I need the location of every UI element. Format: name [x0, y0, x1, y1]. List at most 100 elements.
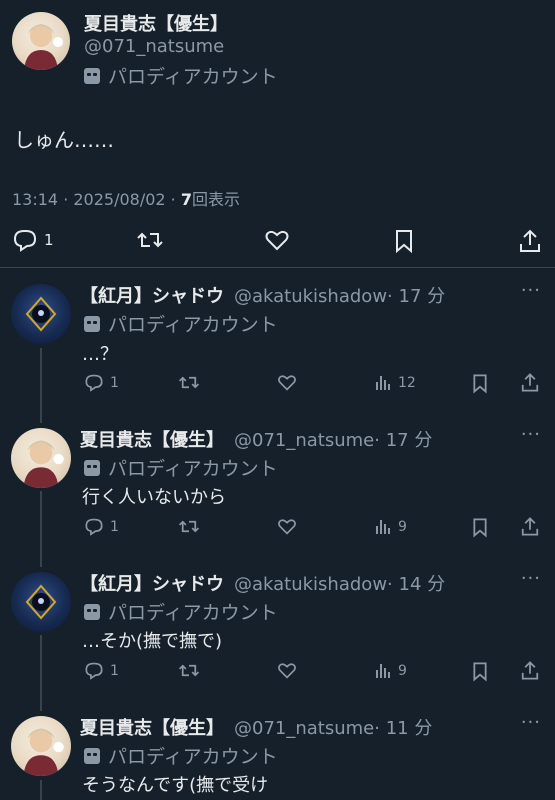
like-button[interactable]: [277, 661, 297, 680]
like-button[interactable]: [277, 373, 297, 392]
parody-badge: パロディアカウント: [84, 62, 278, 89]
reply-text: …？: [82, 344, 118, 365]
author-name[interactable]: 夏目貴志【優生】: [80, 714, 224, 740]
bookmark-icon: [473, 374, 487, 394]
reply-text: 行く人いないから: [82, 487, 226, 508]
reply-text: そうなんです(撫で受け: [82, 775, 269, 796]
views-icon: [376, 520, 390, 534]
parody-label: パロディアカウント: [108, 314, 278, 336]
more-icon[interactable]: ···: [521, 424, 541, 445]
parody-label: パロディアカウント: [108, 602, 278, 624]
author-handle[interactable]: @071_natsume: [84, 36, 224, 57]
like-button[interactable]: [264, 228, 290, 252]
author-handle[interactable]: @071_natsume· 11 分: [234, 714, 432, 740]
avatar[interactable]: [11, 284, 71, 344]
share-button[interactable]: [520, 372, 540, 393]
author-name[interactable]: 【紅月】シャドウ: [80, 570, 224, 596]
share-icon: [521, 517, 539, 536]
reply-header: 夏目貴志【優生】 @071_natsume· 11 分: [80, 714, 432, 740]
parody-mask-icon: [84, 747, 100, 764]
view-count: 7: [180, 190, 192, 209]
more-icon[interactable]: ···: [521, 280, 541, 301]
avatar[interactable]: [12, 12, 70, 70]
thread-line: [40, 348, 42, 423]
post-timestamp: 13:14 · 2025/08/02 ·: [12, 190, 181, 209]
view-label: 回表示: [191, 190, 240, 209]
like-icon: [278, 663, 296, 679]
thread-line: [40, 491, 42, 567]
reply-button[interactable]: 1: [84, 373, 119, 392]
views-button[interactable]: 9: [374, 661, 407, 680]
reply-count: 1: [110, 374, 119, 391]
parody-label: パロディアカウント: [108, 458, 278, 480]
reply-button[interactable]: 1: [84, 517, 119, 536]
retweet-button[interactable]: [136, 228, 164, 252]
avatar[interactable]: [11, 716, 71, 776]
parody-label: パロディアカウント: [108, 746, 278, 768]
bookmark-button[interactable]: [471, 517, 489, 538]
like-button[interactable]: [277, 517, 297, 536]
parody-badge: パロディアカウント: [84, 310, 278, 337]
share-icon: [521, 373, 539, 392]
view-count: 9: [398, 518, 407, 535]
more-icon[interactable]: ···: [521, 712, 541, 733]
author-handle[interactable]: @akatukishadow· 17 分: [234, 282, 445, 308]
retweet-button[interactable]: [178, 661, 200, 680]
bookmark-button[interactable]: [471, 661, 489, 682]
bookmark-icon: [473, 518, 487, 538]
retweet-icon: [178, 664, 200, 677]
retweet-button[interactable]: [178, 517, 200, 536]
bookmark-icon: [473, 662, 487, 682]
reply-count: 1: [44, 231, 54, 249]
parody-badge: パロディアカウント: [84, 742, 278, 769]
reply-header: 夏目貴志【優生】 @071_natsume· 17 分: [80, 426, 432, 452]
reply-count: 1: [110, 518, 119, 535]
avatar[interactable]: [11, 572, 71, 632]
more-icon[interactable]: ···: [521, 568, 541, 589]
share-button[interactable]: [520, 516, 540, 537]
parody-mask-icon: [84, 315, 100, 332]
post-text: しゅん……: [14, 128, 114, 152]
reply-icon: [85, 662, 103, 680]
views-icon: [376, 376, 390, 390]
author-handle[interactable]: @071_natsume· 17 分: [234, 426, 432, 452]
reply-button[interactable]: 1: [12, 228, 54, 252]
like-icon: [265, 230, 289, 251]
view-count: 9: [398, 662, 407, 679]
author-handle[interactable]: @akatukishadow· 14 分: [234, 570, 445, 596]
share-button[interactable]: [518, 228, 542, 254]
bookmark-button[interactable]: [393, 228, 415, 254]
post-meta: 13:14 · 2025/08/02 · 7回表示: [12, 186, 240, 210]
like-icon: [278, 375, 296, 391]
views-button[interactable]: 9: [374, 517, 407, 536]
reply-button[interactable]: 1: [84, 661, 119, 680]
parody-mask-icon: [84, 459, 100, 476]
reply-icon: [85, 518, 103, 536]
reply-time: · 17 分: [374, 430, 433, 451]
like-icon: [278, 519, 296, 535]
parody-badge: パロディアカウント: [84, 598, 278, 625]
views-icon: [376, 664, 390, 678]
reply-header: 【紅月】シャドウ @akatukishadow· 17 分: [80, 282, 445, 308]
retweet-icon: [178, 520, 200, 533]
view-count: 12: [398, 374, 416, 391]
retweet-button[interactable]: [178, 373, 200, 392]
reply-icon: [85, 374, 103, 392]
author-name[interactable]: 夏目貴志【優生】: [84, 10, 228, 36]
reply-count: 1: [110, 662, 119, 679]
retweet-icon: [137, 232, 163, 248]
bookmark-button[interactable]: [471, 373, 489, 394]
parody-mask-icon: [84, 67, 100, 84]
parody-badge: パロディアカウント: [84, 454, 278, 481]
divider: [0, 267, 555, 268]
share-button[interactable]: [520, 660, 540, 681]
share-icon: [520, 229, 540, 252]
author-name[interactable]: 夏目貴志【優生】: [80, 426, 224, 452]
bookmark-icon: [396, 230, 412, 254]
views-button[interactable]: 12: [374, 373, 416, 392]
share-icon: [521, 661, 539, 680]
parody-label: パロディアカウント: [108, 66, 278, 88]
reply-text: …そか(撫で撫で): [82, 631, 223, 652]
avatar[interactable]: [11, 428, 71, 488]
author-name[interactable]: 【紅月】シャドウ: [80, 282, 224, 308]
